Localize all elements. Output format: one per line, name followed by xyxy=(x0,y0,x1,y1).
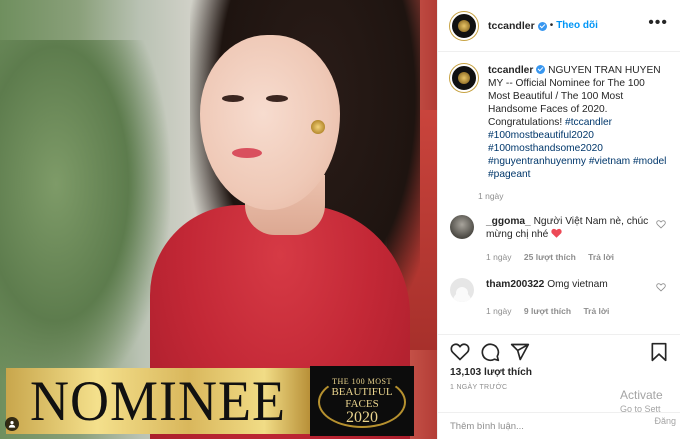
save-bookmark-icon[interactable] xyxy=(649,342,669,362)
hashtag-link[interactable]: #100mostbeautiful2020 xyxy=(488,130,594,141)
caption-time[interactable]: 1 ngày xyxy=(478,191,504,201)
model-lips xyxy=(232,148,262,158)
comment-likes[interactable]: 9 lượt thích xyxy=(524,306,571,316)
tagged-user-icon[interactable] xyxy=(5,417,19,431)
like-comment-heart-icon[interactable] xyxy=(656,282,666,292)
header-separator: • xyxy=(549,20,554,31)
activate-windows-watermark: Activate Go to Sett Đăng xyxy=(620,388,680,426)
foliage-background xyxy=(0,40,170,400)
comments-section[interactable]: tccandler NGUYEN TRAN HUYEN MY -- Offici… xyxy=(438,52,680,335)
commenter-username[interactable]: tham200322 xyxy=(486,279,544,290)
post-header: tccandler • Theo dõi ••• xyxy=(438,0,680,52)
watermark-line1: Activate xyxy=(620,388,663,402)
like-heart-icon[interactable] xyxy=(450,342,470,362)
laurel-wreath-icon xyxy=(318,376,406,428)
post-caption: tccandler NGUYEN TRAN HUYEN MY -- Offici… xyxy=(450,64,668,201)
commenter-username[interactable]: _ggoma_ xyxy=(486,216,531,227)
comment-likes[interactable]: 25 lượt thích xyxy=(524,252,576,262)
nominee-text: NOMINEE xyxy=(30,369,286,433)
hashtag-link[interactable]: #vietnam xyxy=(589,156,630,167)
commenter-avatar[interactable] xyxy=(450,278,474,302)
likes-count[interactable]: 13,103 lượt thích xyxy=(450,367,669,378)
hashtag-link[interactable]: #model xyxy=(633,156,666,167)
red-heart-emoji-icon xyxy=(551,228,562,238)
hashtag-link[interactable]: #tccandler xyxy=(565,117,612,128)
verified-badge-icon xyxy=(537,22,547,31)
comment-bubble-icon[interactable] xyxy=(480,342,500,362)
comment-time[interactable]: 1 ngày xyxy=(486,252,512,262)
reply-button[interactable]: Trả lời xyxy=(583,306,609,316)
post-photo[interactable]: NOMINEE THE 100 MOST BEAUTIFUL FACES 202… xyxy=(0,0,437,439)
like-comment-heart-icon[interactable] xyxy=(656,219,666,229)
model-earring xyxy=(311,120,325,134)
author-username[interactable]: tccandler xyxy=(488,20,535,32)
100-most-beautiful-badge: THE 100 MOST BEAUTIFUL FACES 2020 xyxy=(310,366,414,436)
caption-author-avatar[interactable] xyxy=(450,64,478,92)
hashtag-link[interactable]: #pageant xyxy=(488,169,531,180)
watermark-line2: Go to Sett xyxy=(620,404,661,414)
hashtag-link[interactable]: #100mosthandsome2020 xyxy=(488,143,603,154)
watermark-line3: Đăng xyxy=(654,416,676,426)
nominee-banner: NOMINEE xyxy=(6,368,310,434)
more-options-icon[interactable]: ••• xyxy=(648,14,668,32)
instagram-post: NOMINEE THE 100 MOST BEAUTIFUL FACES 202… xyxy=(0,0,680,439)
caption-username[interactable]: tccandler xyxy=(488,65,533,76)
commenter-avatar[interactable] xyxy=(450,215,474,239)
comment-item: tham200322 Omg vietnam 1 ngày 9 lượt thí… xyxy=(450,278,668,318)
model-eye-right xyxy=(266,95,288,102)
reply-button[interactable]: Trả lời xyxy=(588,252,614,262)
caption-verified-badge-icon xyxy=(536,65,546,74)
comment-item: _ggoma_ Người Việt Nam nè, chúc mừng chị… xyxy=(450,215,668,264)
hashtag-link[interactable]: #nguyentranhuyenmy xyxy=(488,156,586,167)
author-avatar[interactable] xyxy=(450,11,478,40)
comment-time[interactable]: 1 ngày xyxy=(486,306,512,316)
follow-button[interactable]: Theo dõi xyxy=(556,20,598,31)
share-send-icon[interactable] xyxy=(510,342,530,362)
post-side-panel: tccandler • Theo dõi ••• tccandler NGUYE… xyxy=(437,0,680,439)
model-eye-left xyxy=(222,95,244,102)
comment-text: Omg vietnam xyxy=(547,279,608,290)
